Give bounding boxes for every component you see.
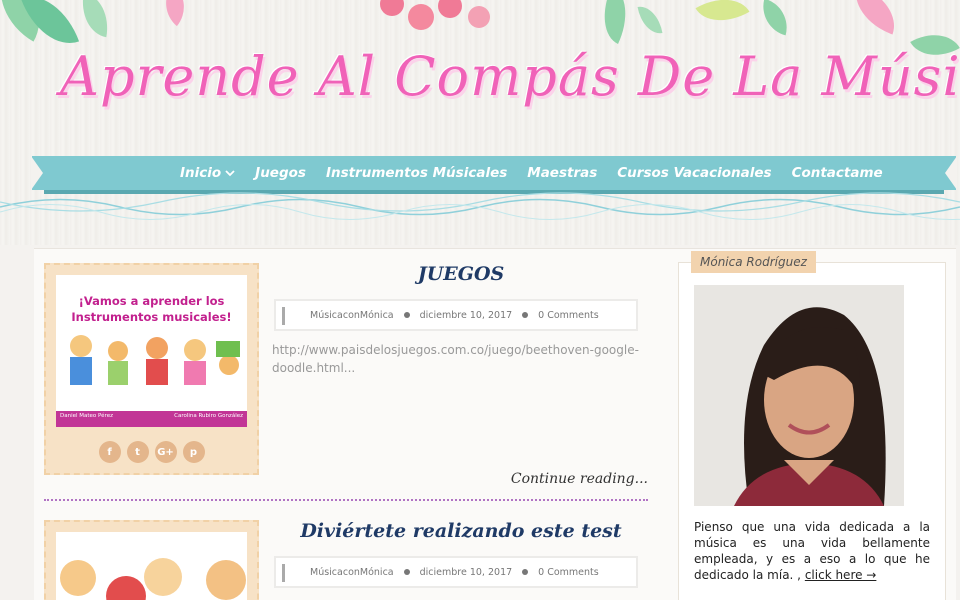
google-plus-icon[interactable]: G+ bbox=[154, 441, 177, 463]
caption-line: ¡Vamos a aprender los bbox=[78, 294, 225, 308]
social-share: f t G+ p bbox=[56, 441, 247, 463]
nav-item-cursos[interactable]: Cursos Vacacionales bbox=[617, 165, 771, 181]
click-here-link[interactable]: click here → bbox=[805, 568, 877, 582]
site-header: Aprende Al Compás De La Música Inicio Ju… bbox=[0, 0, 960, 245]
continue-reading-link[interactable]: Continue reading... bbox=[511, 471, 648, 487]
kid-illustration bbox=[144, 558, 182, 596]
kid-illustration bbox=[219, 355, 239, 375]
nav-item-instrumentos[interactable]: Instrumentos Músicales bbox=[326, 165, 507, 181]
kid-illustration bbox=[70, 357, 92, 385]
post-author[interactable]: MúsicaconMónica bbox=[310, 310, 394, 321]
post-meta: MúsicaconMónica diciembre 10, 2017 0 Com… bbox=[274, 556, 638, 588]
kid-illustration bbox=[216, 341, 240, 357]
twitter-icon[interactable]: t bbox=[126, 441, 149, 463]
post-thumbnail[interactable]: ¡Vamos a aprender los Instrumentos music… bbox=[44, 263, 259, 475]
post-card: ¡Vamos a aprender los Instrumentos music… bbox=[44, 263, 648, 503]
post-title[interactable]: Diviértete realizando este test bbox=[274, 520, 648, 542]
facebook-icon[interactable]: f bbox=[98, 441, 121, 463]
thumbnail-footer: Daniel Mateo Pérez Carolina Rubiro Gonzá… bbox=[56, 411, 247, 427]
kid-illustration bbox=[184, 361, 206, 385]
post-title[interactable]: JUEGOS bbox=[274, 263, 648, 285]
nav-item-juegos[interactable]: Juegos bbox=[255, 165, 306, 181]
post-date[interactable]: diciembre 10, 2017 bbox=[420, 310, 513, 321]
post-thumbnail[interactable] bbox=[44, 520, 259, 600]
author-bio: Pienso que una vida dedicada a la música… bbox=[694, 519, 930, 583]
widget-title: Mónica Rodríguez bbox=[691, 251, 816, 273]
nav-item-inicio[interactable]: Inicio bbox=[180, 165, 235, 181]
nav-item-label: Inicio bbox=[180, 165, 222, 181]
dot-separator-icon bbox=[522, 312, 529, 318]
dot-separator-icon bbox=[403, 312, 410, 318]
main-nav: Inicio Juegos Instrumentos Músicales Mae… bbox=[180, 156, 883, 190]
portrait-image bbox=[694, 285, 904, 506]
thumbnail-caption: ¡Vamos a aprender los Instrumentos music… bbox=[56, 293, 247, 325]
kid-illustration bbox=[146, 359, 168, 385]
post-divider bbox=[44, 499, 648, 501]
pinterest-icon[interactable]: p bbox=[182, 441, 205, 463]
dot-separator-icon bbox=[403, 569, 410, 575]
thumbnail-image bbox=[56, 532, 247, 600]
thumbnail-footer-left: Daniel Mateo Pérez bbox=[60, 413, 113, 419]
nav-item-contactame[interactable]: Contactame bbox=[792, 165, 883, 181]
kid-illustration bbox=[146, 337, 168, 359]
flower-decoration bbox=[380, 0, 404, 16]
post-meta: MúsicaconMónica diciembre 10, 2017 0 Com… bbox=[274, 299, 638, 331]
wave-decoration bbox=[0, 192, 960, 220]
post-comments[interactable]: 0 Comments bbox=[538, 310, 599, 321]
thumbnail-image: ¡Vamos a aprender los Instrumentos music… bbox=[56, 275, 247, 427]
flower-decoration bbox=[438, 0, 462, 18]
site-title[interactable]: Aprende Al Compás De La Música bbox=[60, 22, 960, 132]
post-date[interactable]: diciembre 10, 2017 bbox=[420, 567, 513, 578]
dot-separator-icon bbox=[522, 569, 529, 575]
kid-illustration bbox=[60, 560, 96, 596]
meta-accent-bar bbox=[282, 564, 285, 582]
post-comments[interactable]: 0 Comments bbox=[538, 567, 599, 578]
post-excerpt: http://www.paisdelosjuegos.com.co/juego/… bbox=[272, 343, 639, 375]
post-card: Diviértete realizando este test Músicaco… bbox=[44, 520, 648, 600]
meta-accent-bar bbox=[282, 307, 285, 325]
author-photo bbox=[694, 285, 904, 506]
chevron-down-icon bbox=[225, 170, 235, 177]
kid-illustration bbox=[108, 361, 128, 385]
drum-illustration bbox=[106, 576, 146, 600]
kid-illustration bbox=[108, 341, 128, 361]
thumbnail-footer-right: Carolina Rubiro González bbox=[174, 413, 243, 419]
caption-line: Instrumentos musicales! bbox=[71, 310, 232, 324]
kid-illustration bbox=[206, 560, 246, 600]
nav-item-maestras[interactable]: Maestras bbox=[527, 165, 597, 181]
kid-illustration bbox=[184, 339, 206, 361]
post-author[interactable]: MúsicaconMónica bbox=[310, 567, 394, 578]
sidebar-widget: Mónica Rodríguez Pienso que una vida ded… bbox=[678, 251, 946, 600]
kid-illustration bbox=[70, 335, 92, 357]
